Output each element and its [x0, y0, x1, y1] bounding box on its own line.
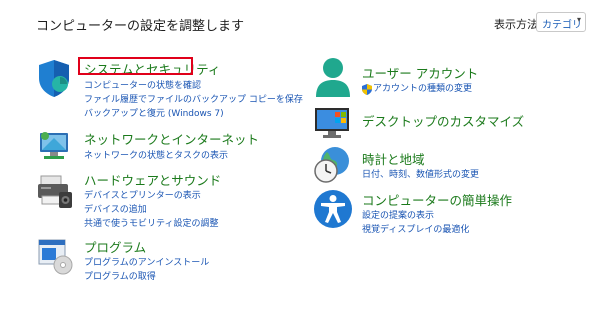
clock-globe-icon[interactable]	[313, 146, 353, 184]
category-programs[interactable]: プログラム	[84, 237, 146, 256]
link-uninstall-program[interactable]: プログラムのアンインストール	[84, 255, 209, 268]
link-add-device[interactable]: デバイスの追加	[84, 202, 147, 215]
category-hardware-sound[interactable]: ハードウェアとサウンド	[84, 170, 221, 189]
network-icon[interactable]	[36, 128, 72, 164]
link-network-status[interactable]: ネットワークの状態とタスクの表示	[84, 148, 228, 161]
link-backup-restore[interactable]: バックアップと復元 (Windows 7)	[84, 106, 224, 119]
view-by-dropdown[interactable]: カテゴリ ▾	[536, 12, 586, 32]
link-optimize-visual-display[interactable]: 視覚ディスプレイの最適化	[362, 222, 469, 235]
programs-icon[interactable]	[36, 237, 74, 275]
accessibility-icon[interactable]	[313, 189, 353, 229]
category-appearance[interactable]: デスクトップのカスタマイズ	[362, 111, 524, 130]
printer-icon[interactable]	[36, 172, 74, 210]
link-check-computer-status[interactable]: コンピューターの状態を確認	[84, 78, 201, 91]
link-mobility-settings[interactable]: 共通で使うモビリティ設定の調整	[84, 216, 218, 229]
category-user-accounts[interactable]: ユーザー アカウント	[362, 63, 478, 82]
link-change-account-type[interactable]: アカウントの種類の変更	[373, 81, 472, 94]
category-network-internet[interactable]: ネットワークとインターネット	[84, 129, 259, 148]
link-file-history-backup[interactable]: ファイル履歴でファイルのバックアップ コピーを保存	[84, 92, 303, 105]
link-date-time-format[interactable]: 日付、時刻、数値形式の変更	[362, 167, 479, 180]
highlight-box	[78, 57, 193, 75]
category-clock-region[interactable]: 時計と地域	[362, 149, 425, 168]
user-icon[interactable]	[313, 56, 353, 98]
view-by-label: 表示方法:	[494, 18, 542, 31]
link-devices-printers[interactable]: デバイスとプリンターの表示	[84, 188, 201, 201]
uac-shield-icon	[362, 80, 372, 95]
desktop-monitor-icon[interactable]	[313, 106, 353, 140]
link-get-programs[interactable]: プログラムの取得	[84, 269, 156, 282]
shield-icon[interactable]	[36, 58, 72, 98]
chevron-down-icon: ▾	[576, 15, 581, 24]
category-ease-of-access[interactable]: コンピューターの簡単操作	[362, 190, 512, 209]
link-settings-suggestions[interactable]: 設定の提案の表示	[362, 208, 434, 221]
page-title: コンピューターの設定を調整します	[36, 19, 245, 34]
